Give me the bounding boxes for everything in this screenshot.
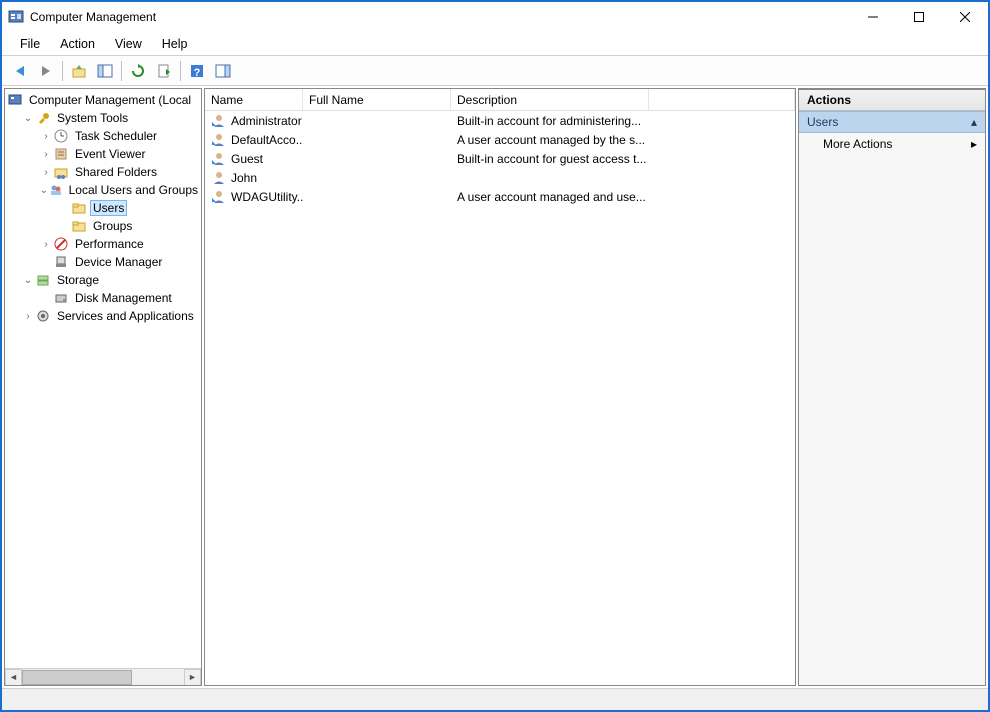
statusbar xyxy=(2,688,988,710)
list-row[interactable]: WDAGUtility... A user account managed an… xyxy=(205,187,795,206)
storage-icon xyxy=(35,272,51,288)
cell-name: WDAGUtility... xyxy=(231,190,303,204)
user-icon xyxy=(211,189,227,205)
actions-more[interactable]: More Actions ▸ xyxy=(799,133,985,155)
maximize-button[interactable] xyxy=(896,2,942,32)
titlebar: Computer Management xyxy=(2,2,988,32)
tree-shared-folders[interactable]: › Shared Folders xyxy=(5,163,201,181)
chevron-down-icon[interactable]: ⌄ xyxy=(21,275,35,286)
col-header-extra[interactable] xyxy=(649,89,795,110)
chevron-right-icon: ▸ xyxy=(971,137,977,151)
cell-description: Built-in account for administering... xyxy=(451,114,795,128)
menu-action[interactable]: Action xyxy=(50,34,105,54)
user-icon xyxy=(211,170,227,186)
cell-description: Built-in account for guest access t... xyxy=(451,152,795,166)
event-icon xyxy=(53,146,69,162)
refresh-button[interactable] xyxy=(126,59,150,83)
list-row[interactable]: Guest Built-in account for guest access … xyxy=(205,149,795,168)
app-icon xyxy=(8,9,24,25)
actions-header: Actions xyxy=(799,89,985,111)
window-title: Computer Management xyxy=(30,10,156,24)
menu-help[interactable]: Help xyxy=(152,34,198,54)
scroll-left-button[interactable]: ◄ xyxy=(5,669,22,686)
chevron-right-icon[interactable]: › xyxy=(21,311,35,322)
tree-system-tools[interactable]: ⌄ System Tools xyxy=(5,109,201,127)
export-button[interactable] xyxy=(152,59,176,83)
tree-users[interactable]: Users xyxy=(5,199,201,217)
show-hide-tree-button[interactable] xyxy=(93,59,117,83)
actions-section-users[interactable]: Users ▴ xyxy=(799,111,985,133)
tree-root[interactable]: Computer Management (Local xyxy=(5,91,201,109)
folder-icon xyxy=(71,218,87,234)
list-row[interactable]: DefaultAcco... A user account managed by… xyxy=(205,130,795,149)
col-header-fullname[interactable]: Full Name xyxy=(303,89,451,110)
tree-local-users-groups[interactable]: ⌄ Local Users and Groups xyxy=(5,181,201,199)
cell-name: John xyxy=(231,171,257,185)
chevron-right-icon[interactable]: › xyxy=(39,149,53,160)
forward-button[interactable] xyxy=(34,59,58,83)
chevron-down-icon[interactable]: ⌄ xyxy=(39,185,49,196)
back-button[interactable] xyxy=(8,59,32,83)
toolbar: ? xyxy=(2,56,988,86)
disk-icon xyxy=(53,290,69,306)
tree-storage[interactable]: ⌄ Storage xyxy=(5,271,201,289)
tree-device-manager[interactable]: Device Manager xyxy=(5,253,201,271)
chevron-right-icon[interactable]: › xyxy=(39,167,53,178)
menu-view[interactable]: View xyxy=(105,34,152,54)
close-button[interactable] xyxy=(942,2,988,32)
list-row[interactable]: John xyxy=(205,168,795,187)
list-row[interactable]: Administrator Built-in account for admin… xyxy=(205,111,795,130)
user-icon xyxy=(211,132,227,148)
tools-icon xyxy=(35,110,51,126)
shared-folder-icon xyxy=(53,164,69,180)
actions-more-label: More Actions xyxy=(823,137,892,151)
tree-services-apps[interactable]: › Services and Applications xyxy=(5,307,201,325)
tree[interactable]: Computer Management (Local ⌄ System Tool… xyxy=(5,89,201,668)
chevron-right-icon[interactable]: › xyxy=(39,131,53,142)
col-header-name[interactable]: Name xyxy=(205,89,303,110)
cell-description: A user account managed and use... xyxy=(451,190,795,204)
scroll-thumb[interactable] xyxy=(22,670,132,685)
services-icon xyxy=(35,308,51,324)
tree-task-scheduler[interactable]: › Task Scheduler xyxy=(5,127,201,145)
menu-file[interactable]: File xyxy=(10,34,50,54)
cell-description: A user account managed by the s... xyxy=(451,133,795,147)
computer-management-icon xyxy=(7,92,23,108)
actions-pane: Actions Users ▴ More Actions ▸ xyxy=(798,88,986,686)
tree-horizontal-scrollbar[interactable]: ◄ ► xyxy=(5,668,201,685)
tree-groups[interactable]: Groups xyxy=(5,217,201,235)
list-pane: Name Full Name Description Administrator… xyxy=(204,88,796,686)
tree-disk-management[interactable]: Disk Management xyxy=(5,289,201,307)
tree-event-viewer[interactable]: › Event Viewer xyxy=(5,145,201,163)
scroll-right-button[interactable]: ► xyxy=(184,669,201,686)
list-body[interactable]: Administrator Built-in account for admin… xyxy=(205,111,795,685)
collapse-icon: ▴ xyxy=(971,115,977,129)
chevron-right-icon[interactable]: › xyxy=(39,239,53,250)
user-icon xyxy=(211,113,227,129)
clock-icon xyxy=(53,128,69,144)
minimize-button[interactable] xyxy=(850,2,896,32)
tree-performance[interactable]: › Performance xyxy=(5,235,201,253)
help-button[interactable]: ? xyxy=(185,59,209,83)
main-area: Computer Management (Local ⌄ System Tool… xyxy=(2,86,988,688)
performance-icon xyxy=(53,236,69,252)
cell-name: DefaultAcco... xyxy=(231,133,303,147)
up-button[interactable] xyxy=(67,59,91,83)
users-groups-icon xyxy=(49,182,63,198)
svg-text:?: ? xyxy=(194,67,201,79)
chevron-down-icon[interactable]: ⌄ xyxy=(21,113,35,124)
folder-icon xyxy=(71,200,87,216)
actions-section-label: Users xyxy=(807,115,838,129)
menubar: File Action View Help xyxy=(2,32,988,56)
cell-name: Administrator xyxy=(231,114,302,128)
show-hide-action-button[interactable] xyxy=(211,59,235,83)
window-controls xyxy=(850,2,988,32)
device-icon xyxy=(53,254,69,270)
cell-name: Guest xyxy=(231,152,263,166)
list-header: Name Full Name Description xyxy=(205,89,795,111)
user-icon xyxy=(211,151,227,167)
tree-pane: Computer Management (Local ⌄ System Tool… xyxy=(4,88,202,686)
col-header-description[interactable]: Description xyxy=(451,89,649,110)
